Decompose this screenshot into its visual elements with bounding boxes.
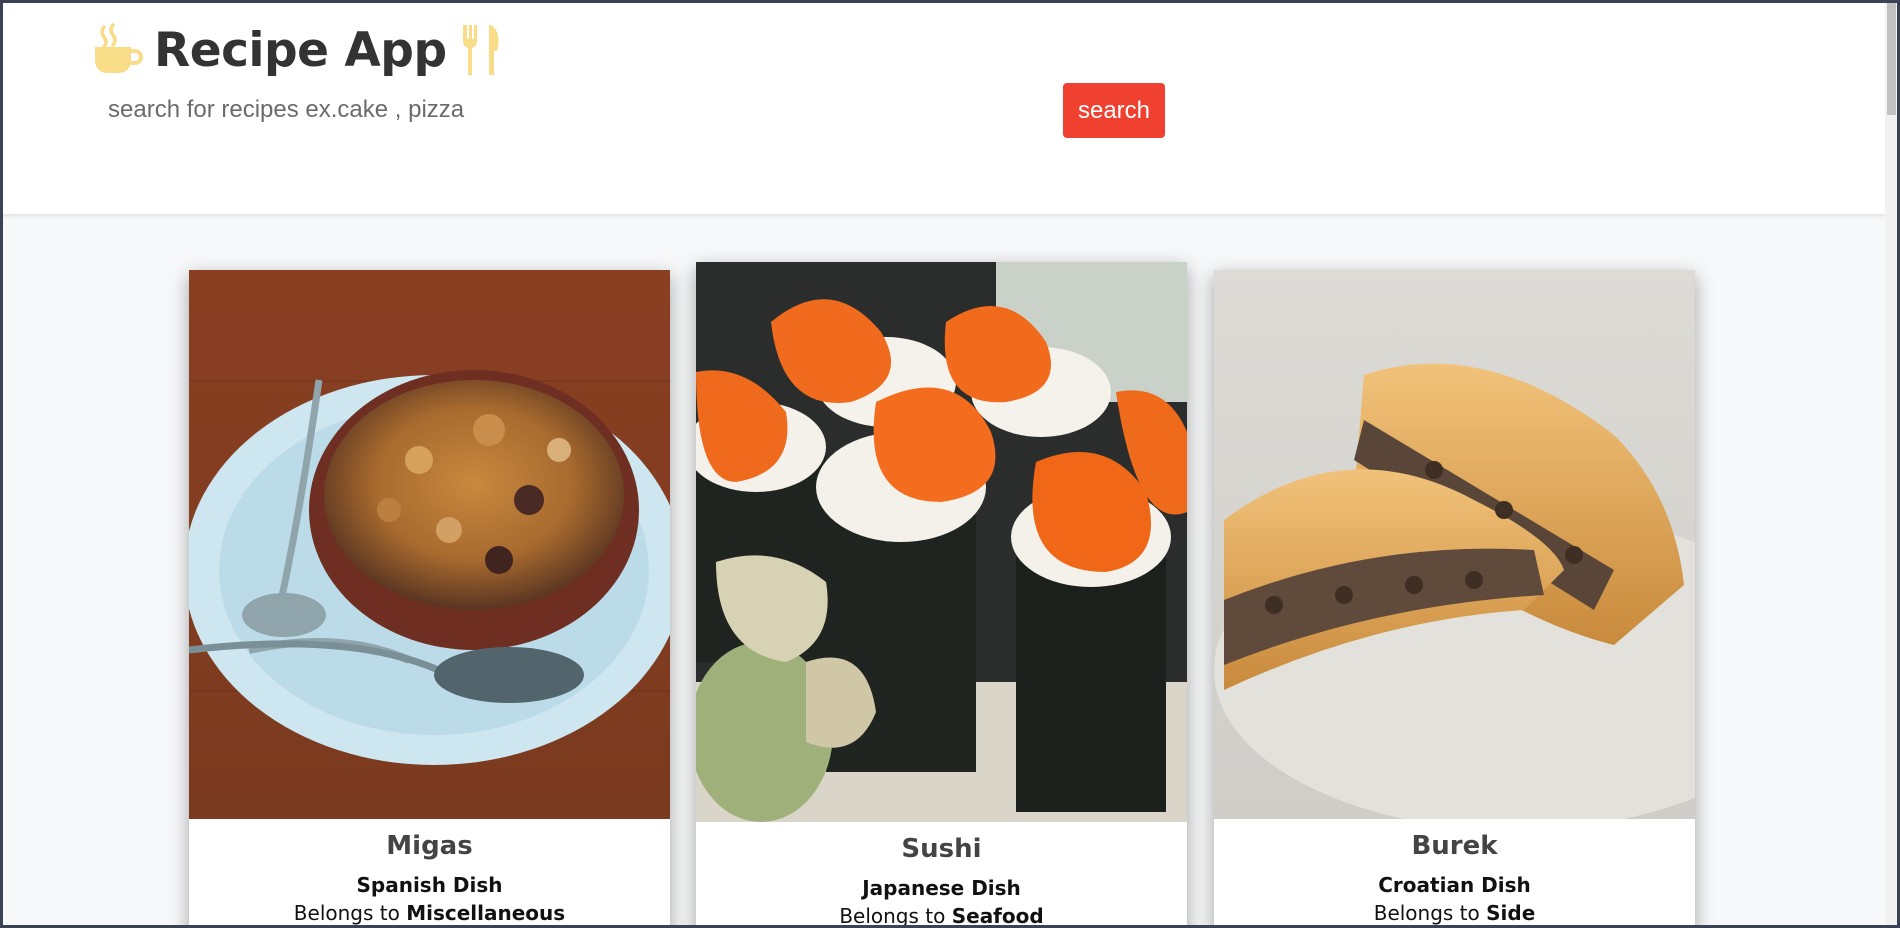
recipe-category: Miscellaneous (406, 901, 566, 925)
recipe-category: Seafood (951, 904, 1044, 928)
recipe-cuisine: Spanish Dish (356, 873, 503, 897)
recipe-category-prefix: Belongs to (839, 904, 946, 928)
recipe-title: Migas (386, 831, 473, 861)
recipe-cuisine: Japanese Dish (862, 876, 1021, 900)
recipe-image-burek (1214, 270, 1695, 819)
recipe-category-prefix: Belongs to (1373, 901, 1480, 925)
search-button[interactable]: search (1063, 83, 1165, 138)
recipe-image-migas (189, 270, 670, 819)
recipe-card-migas[interactable]: Migas Spanish Dish Belongs to Miscellane… (189, 270, 670, 928)
recipe-category-line: Belongs to Seafood (696, 904, 1187, 928)
vertical-scrollbar[interactable] (1885, 3, 1897, 925)
scrollbar-thumb[interactable] (1887, 3, 1896, 115)
recipe-category-line: Belongs to Miscellaneous (189, 901, 670, 925)
fork-knife-icon (462, 25, 499, 75)
recipe-title: Sushi (901, 834, 982, 864)
recipe-card-burek[interactable]: Burek Croatian Dish Belongs to Side (1214, 270, 1695, 928)
recipe-category: Side (1486, 901, 1536, 925)
recipe-title: Burek (1411, 831, 1498, 861)
app-title: Recipe App (154, 22, 447, 78)
brand: Recipe App (92, 20, 503, 80)
recipe-category-line: Belongs to Side (1214, 901, 1695, 925)
app-header: Recipe App search (0, 0, 1885, 214)
coffee-cup-icon (95, 23, 143, 73)
recipe-category-prefix: Belongs to (293, 901, 400, 925)
recipe-cuisine: Croatian Dish (1378, 873, 1531, 897)
search-input[interactable] (96, 90, 616, 130)
recipe-image-sushi (696, 262, 1187, 822)
recipe-card-sushi[interactable]: Sushi Japanese Dish Belongs to Seafood (696, 262, 1187, 928)
